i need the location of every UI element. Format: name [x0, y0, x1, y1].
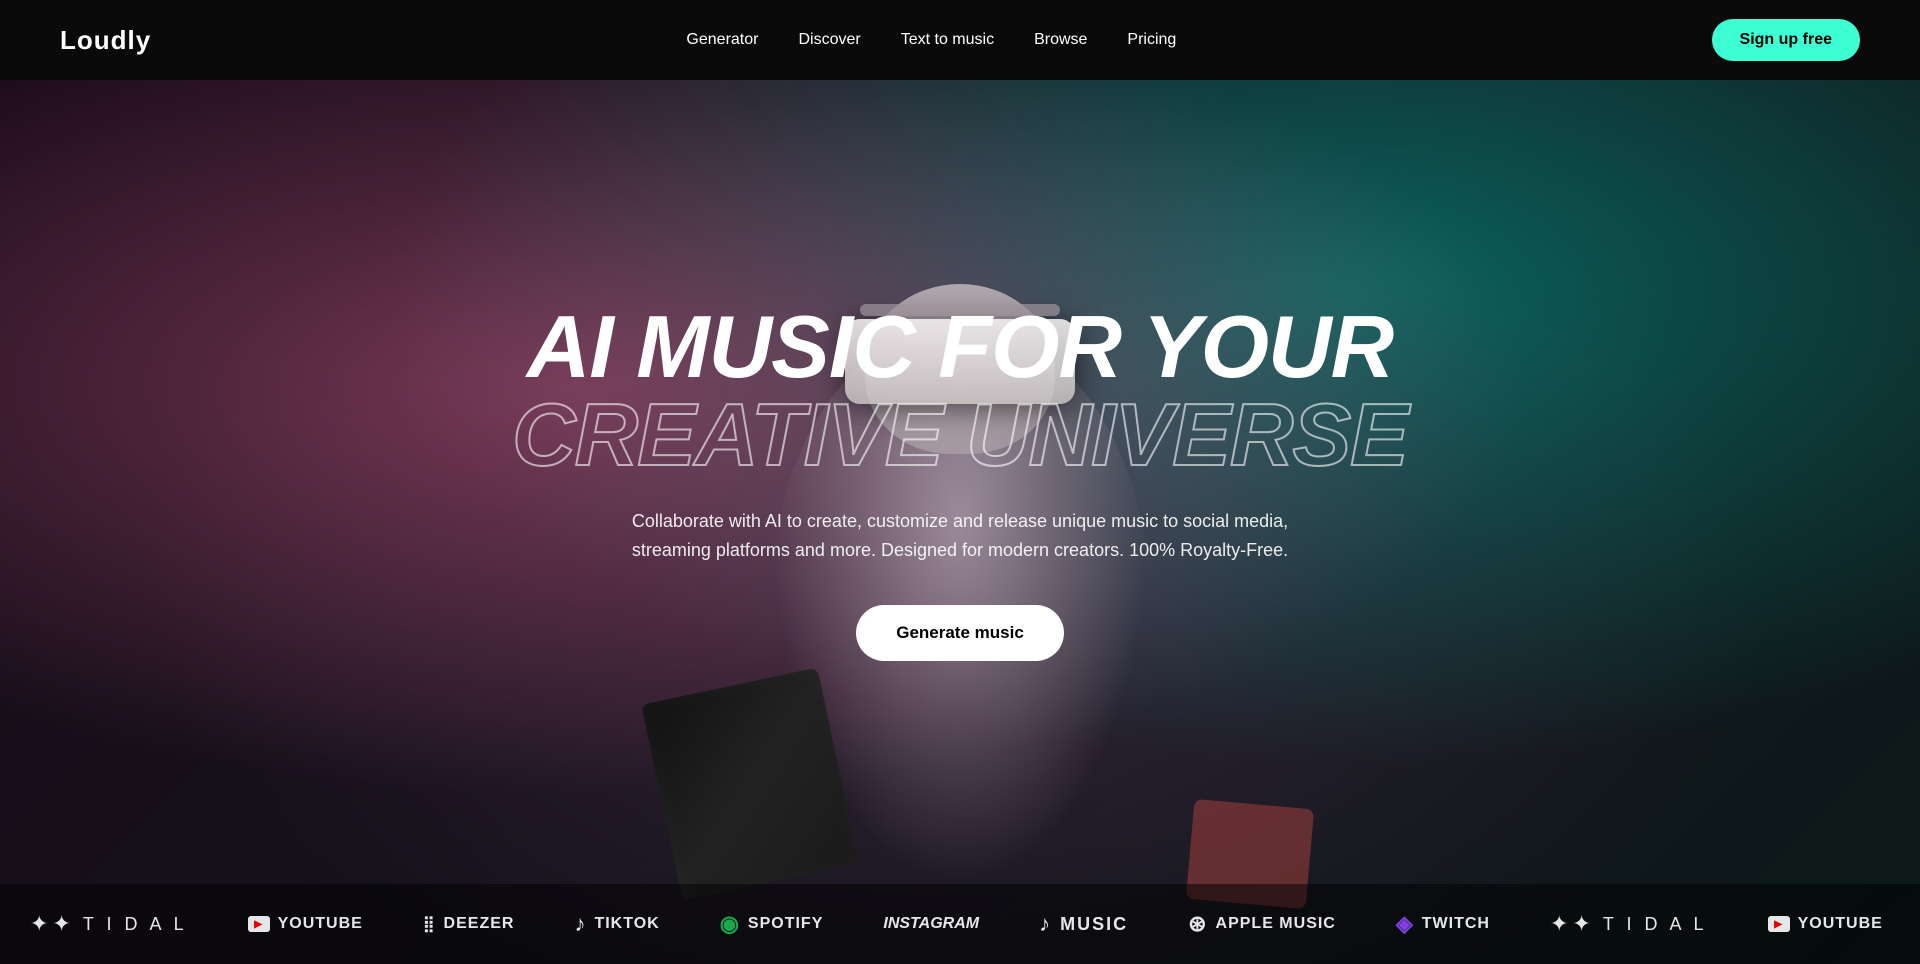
logo-tidal-1: ✦✦ T I D A L [30, 911, 188, 937]
logos-track: ✦✦ T I D A L ▶ YouTube ⣿ deezer ♪ TikTok… [0, 911, 1920, 937]
nav-item-text-to-music[interactable]: Text to music [901, 31, 994, 49]
nav-links: Generator Discover Text to music Browse … [686, 31, 1176, 49]
logo-spotify-1: ◉ Spotify [720, 911, 824, 937]
hero-section: AI MUSIC FOR YOUR CREATIVE UNIVERSE Coll… [0, 0, 1920, 964]
youtube-icon: ▶ [248, 916, 270, 932]
music-icon: ♪ [1039, 911, 1052, 937]
nav-item-discover[interactable]: Discover [798, 31, 860, 49]
youtube-icon-2: ▶ [1768, 916, 1790, 932]
logo-tiktok-1: ♪ TikTok [574, 911, 659, 937]
logo-twitch-1: ◈ Twitch [1396, 911, 1490, 937]
logo-instagram-1: Instagram [883, 915, 979, 933]
hero-subtitle: Collaborate with AI to create, customize… [610, 507, 1310, 565]
nav-item-browse[interactable]: Browse [1034, 31, 1087, 49]
nav-item-generator[interactable]: Generator [686, 31, 758, 49]
tidal-icon-2: ✦✦ [1550, 911, 1595, 937]
tiktok-icon: ♪ [574, 911, 586, 937]
deezer-icon: ⣿ [423, 914, 436, 934]
logo-music-1: ♪ music [1039, 911, 1128, 937]
logo-apple-music-1: ⊛ Apple Music [1188, 911, 1336, 937]
hero-title-line1: AI MUSIC FOR YOUR [512, 303, 1408, 391]
logo[interactable]: Loudly [60, 25, 151, 56]
logo-deezer-1: ⣿ deezer [423, 914, 515, 934]
logo-tidal-2: ✦✦ T I D A L [1550, 911, 1708, 937]
generate-music-button[interactable]: Generate music [856, 605, 1064, 661]
hero-content: AI MUSIC FOR YOUR CREATIVE UNIVERSE Coll… [512, 303, 1408, 661]
logo-youtube-2: ▶ YouTube [1768, 915, 1883, 933]
logos-strip: ✦✦ T I D A L ▶ YouTube ⣿ deezer ♪ TikTok… [0, 884, 1920, 964]
twitch-icon: ◈ [1396, 911, 1414, 937]
navbar: Loudly Generator Discover Text to music … [0, 0, 1920, 80]
logo-youtube-1: ▶ YouTube [248, 915, 363, 933]
spotify-icon: ◉ [720, 911, 740, 937]
hero-title-line2: CREATIVE UNIVERSE [512, 391, 1408, 479]
signup-button[interactable]: Sign up free [1712, 19, 1860, 61]
nav-item-pricing[interactable]: Pricing [1127, 31, 1176, 49]
tidal-icon: ✦✦ [30, 911, 75, 937]
apple-icon: ⊛ [1188, 911, 1207, 937]
